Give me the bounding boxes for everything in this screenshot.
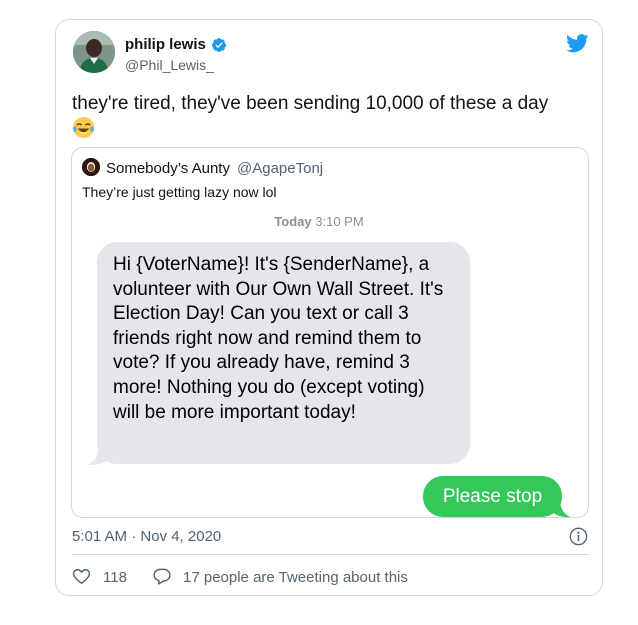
quoted-tweet-text: They’re just getting lazy now lol: [82, 184, 277, 200]
quoted-author-handle[interactable]: @AgapeTonj: [237, 160, 323, 177]
outgoing-message-bubble: Please stop: [423, 476, 562, 517]
author-name[interactable]: philip lewis: [125, 36, 206, 53]
divider: [72, 554, 589, 555]
author-avatar[interactable]: [73, 31, 115, 73]
message-day: Today: [274, 214, 312, 229]
face-with-tears-of-joy-icon: [72, 116, 95, 139]
quote-tweets-link[interactable]: 17 people are Tweeting about this: [183, 569, 408, 586]
tweet-timestamp[interactable]: 5:01 AM · Nov 4, 2020: [72, 528, 221, 545]
speech-bubble-icon[interactable]: [152, 567, 172, 586]
twitter-bird-icon[interactable]: [566, 34, 589, 53]
quoted-author-avatar[interactable]: [82, 158, 100, 176]
heart-icon[interactable]: [72, 567, 91, 586]
incoming-message-bubble: Hi {VoterName}! It's {SenderName}, a vol…: [97, 242, 470, 464]
like-count[interactable]: 118: [103, 569, 127, 586]
message-time: 3:10 PM: [315, 214, 364, 229]
quoted-author-name[interactable]: Somebody’s Aunty: [106, 160, 230, 177]
verified-badge-icon: [211, 38, 226, 52]
message-timestamp: Today 3:10 PM: [0, 214, 638, 229]
info-icon[interactable]: [569, 527, 588, 546]
author-handle[interactable]: @Phil_Lewis_: [125, 57, 214, 73]
tweet-text: they're tired, they've been sending 10,0…: [72, 93, 549, 114]
